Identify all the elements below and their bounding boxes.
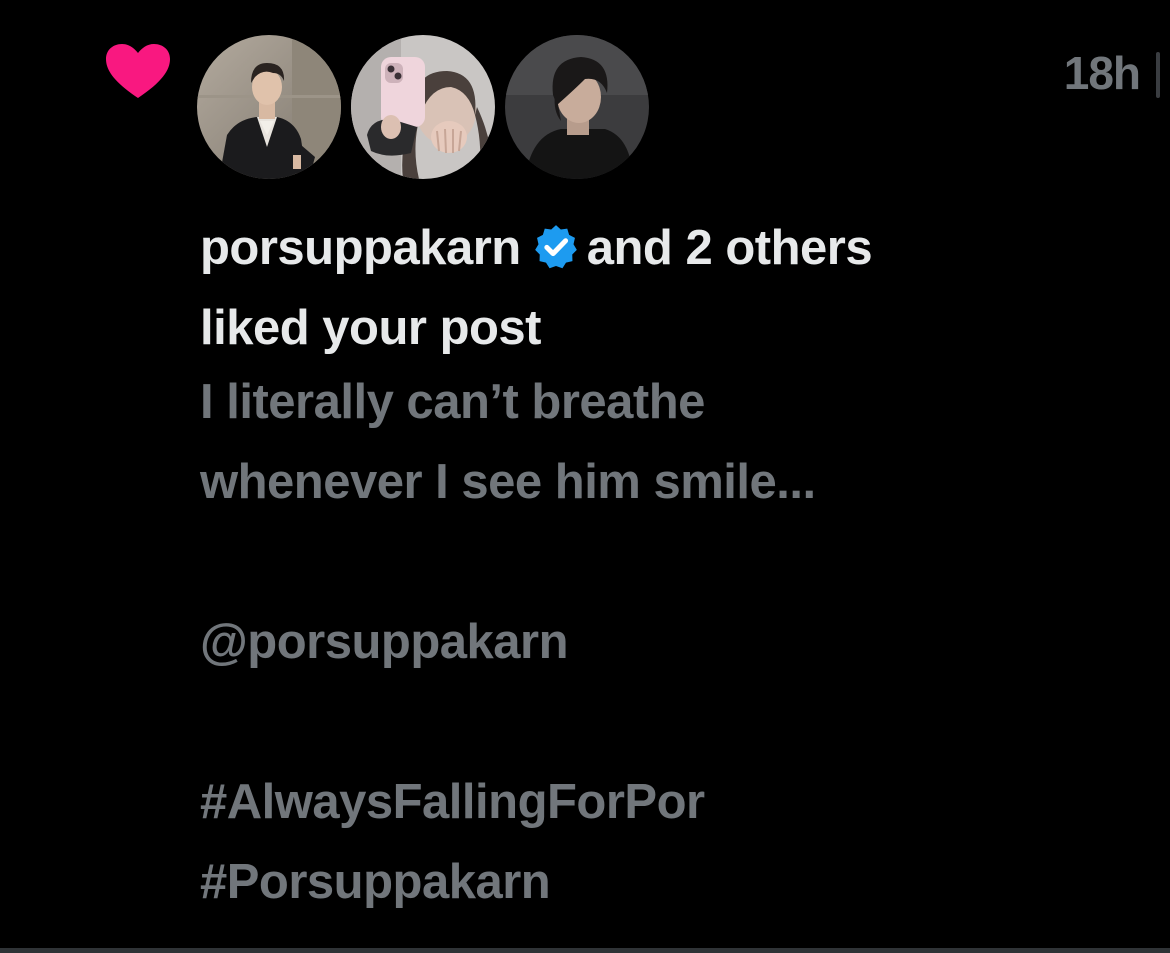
hashtag-link[interactable]: #Porsuppakarn xyxy=(200,842,1140,922)
avatar-porsuppakarn[interactable] xyxy=(197,35,341,179)
post-line-1: I literally can’t breathe xyxy=(200,375,705,429)
avatar-other-1[interactable] xyxy=(351,35,495,179)
verified-badge-icon xyxy=(534,225,577,269)
others-count: and 2 others xyxy=(586,221,873,275)
timestamp: 18h xyxy=(1063,47,1141,99)
scrollbar[interactable] xyxy=(1156,52,1160,98)
post-preview[interactable]: I literally can’t breathe whenever I see… xyxy=(200,362,1140,922)
divider xyxy=(0,948,1170,953)
hashtag-link[interactable]: #AlwaysFallingForPor xyxy=(200,762,1140,842)
avatar-other-2[interactable] xyxy=(505,35,649,179)
notification-action: liked your post xyxy=(200,301,542,355)
post-line-2: whenever I see him smile... xyxy=(200,455,816,509)
notification-headline: porsuppakarn and 2 others liked your pos… xyxy=(200,208,1140,368)
avatar-group xyxy=(197,35,649,179)
heart-icon xyxy=(106,44,170,98)
like-notification[interactable]: 18h porsuppakarn and 2 others liked your… xyxy=(0,0,1170,953)
username-link[interactable]: porsuppakarn xyxy=(200,221,521,275)
mention-link[interactable]: @porsuppakarn xyxy=(200,602,1140,682)
